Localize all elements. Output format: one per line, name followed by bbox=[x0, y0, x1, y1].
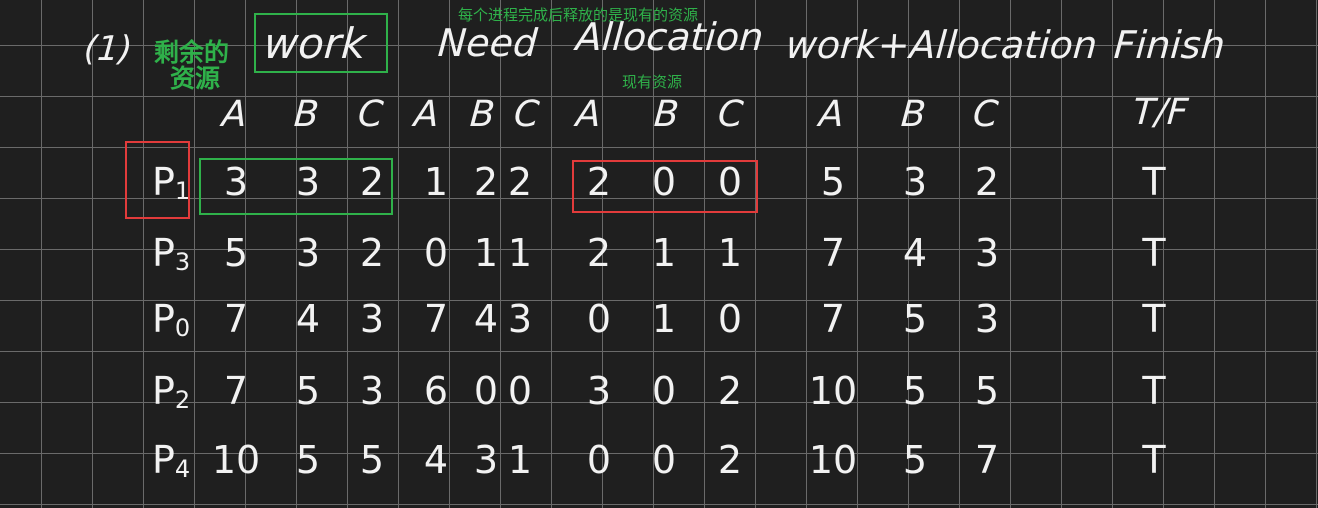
need-value: 4 bbox=[423, 438, 449, 482]
process-label: P0 bbox=[152, 300, 190, 340]
alloc-value: 0 bbox=[651, 438, 677, 482]
header-finish: Finish bbox=[1112, 23, 1227, 67]
alloc-value: 2 bbox=[717, 369, 743, 413]
wa-value: 7 bbox=[820, 297, 846, 341]
work-value: 4 bbox=[295, 297, 321, 341]
header-finish-sub: T/F bbox=[1131, 92, 1190, 133]
need-value: 1 bbox=[507, 438, 533, 482]
subheader-c: C bbox=[512, 94, 541, 135]
wa-value: 7 bbox=[820, 231, 846, 275]
work-value: 5 bbox=[223, 231, 249, 275]
subheader-b: B bbox=[899, 94, 928, 135]
need-value: 0 bbox=[423, 231, 449, 275]
finish-value: T bbox=[1142, 369, 1166, 413]
wa-value: 5 bbox=[902, 297, 928, 341]
subheader-c: C bbox=[971, 94, 1000, 135]
work-value: 7 bbox=[223, 297, 249, 341]
subheader-a: A bbox=[220, 94, 249, 135]
work-value: 3 bbox=[295, 160, 321, 204]
need-value: 3 bbox=[507, 297, 533, 341]
process-label: P1 bbox=[152, 163, 190, 203]
work-value: 3 bbox=[359, 369, 385, 413]
wa-value: 5 bbox=[902, 369, 928, 413]
need-value: 1 bbox=[507, 231, 533, 275]
work-value: 3 bbox=[223, 160, 249, 204]
header-work-plus-allocation: work+Allocation bbox=[784, 23, 1099, 67]
alloc-value: 1 bbox=[651, 297, 677, 341]
process-letter: P bbox=[152, 160, 175, 204]
work-value: 3 bbox=[359, 297, 385, 341]
finish-value: T bbox=[1142, 438, 1166, 482]
part-label: (1) bbox=[82, 29, 134, 69]
subheader-a: A bbox=[412, 94, 441, 135]
wa-value: 3 bbox=[974, 297, 1000, 341]
need-value: 1 bbox=[423, 160, 449, 204]
wa-value: 5 bbox=[974, 369, 1000, 413]
wa-value: 5 bbox=[902, 438, 928, 482]
alloc-value: 0 bbox=[717, 297, 743, 341]
finish-value: T bbox=[1142, 297, 1166, 341]
need-value: 2 bbox=[507, 160, 533, 204]
note-remaining-resources: 剩余的 资源 bbox=[154, 38, 230, 94]
subheader-c: C bbox=[716, 94, 745, 135]
alloc-value: 3 bbox=[586, 369, 612, 413]
alloc-value: 1 bbox=[717, 231, 743, 275]
subheader-c: C bbox=[356, 94, 385, 135]
work-value: 5 bbox=[295, 369, 321, 413]
work-value: 5 bbox=[359, 438, 385, 482]
note-remaining-line2: 资源 bbox=[170, 64, 221, 94]
note-remaining-line1: 剩余的 bbox=[154, 38, 230, 67]
need-value: 0 bbox=[507, 369, 533, 413]
alloc-value: 2 bbox=[586, 160, 612, 204]
process-index: 0 bbox=[174, 314, 191, 342]
subheader-b: B bbox=[292, 94, 321, 135]
header-need: Need bbox=[436, 21, 539, 65]
alloc-value: 0 bbox=[651, 369, 677, 413]
work-value: 7 bbox=[223, 369, 249, 413]
finish-value: T bbox=[1142, 160, 1166, 204]
alloc-value: 0 bbox=[651, 160, 677, 204]
need-value: 7 bbox=[423, 297, 449, 341]
process-letter: P bbox=[152, 231, 175, 275]
alloc-value: 0 bbox=[717, 160, 743, 204]
process-label: P3 bbox=[152, 234, 190, 274]
wa-value: 4 bbox=[902, 231, 928, 275]
wa-value: 5 bbox=[820, 160, 846, 204]
alloc-value: 0 bbox=[586, 438, 612, 482]
work-value: 10 bbox=[211, 438, 261, 482]
subheader-a: A bbox=[817, 94, 846, 135]
wa-value: 3 bbox=[974, 231, 1000, 275]
wa-value: 3 bbox=[902, 160, 928, 204]
process-index: 1 bbox=[174, 177, 191, 205]
alloc-value: 2 bbox=[586, 231, 612, 275]
work-value: 3 bbox=[295, 231, 321, 275]
process-index: 4 bbox=[174, 455, 191, 483]
need-value: 6 bbox=[423, 369, 449, 413]
work-value: 5 bbox=[295, 438, 321, 482]
wa-value: 10 bbox=[808, 369, 858, 413]
work-value: 2 bbox=[359, 231, 385, 275]
wa-value: 2 bbox=[974, 160, 1000, 204]
process-letter: P bbox=[152, 438, 175, 482]
wa-value: 10 bbox=[808, 438, 858, 482]
process-index: 3 bbox=[174, 248, 191, 276]
wa-value: 7 bbox=[974, 438, 1000, 482]
process-label: P4 bbox=[152, 441, 190, 481]
note-current-resources: 现有资源 bbox=[622, 73, 683, 91]
subheader-b: B bbox=[652, 94, 681, 135]
subheader-a: A bbox=[574, 94, 603, 135]
process-label: P2 bbox=[152, 372, 190, 412]
alloc-value: 1 bbox=[651, 231, 677, 275]
finish-value: T bbox=[1142, 231, 1166, 275]
subheader-b: B bbox=[468, 94, 497, 135]
header-allocation: Allocation bbox=[574, 15, 765, 59]
process-letter: P bbox=[152, 369, 175, 413]
process-index: 2 bbox=[174, 386, 191, 414]
process-letter: P bbox=[152, 297, 175, 341]
alloc-value: 2 bbox=[717, 438, 743, 482]
header-work: work bbox=[262, 19, 368, 68]
work-value: 2 bbox=[359, 160, 385, 204]
alloc-value: 0 bbox=[586, 297, 612, 341]
